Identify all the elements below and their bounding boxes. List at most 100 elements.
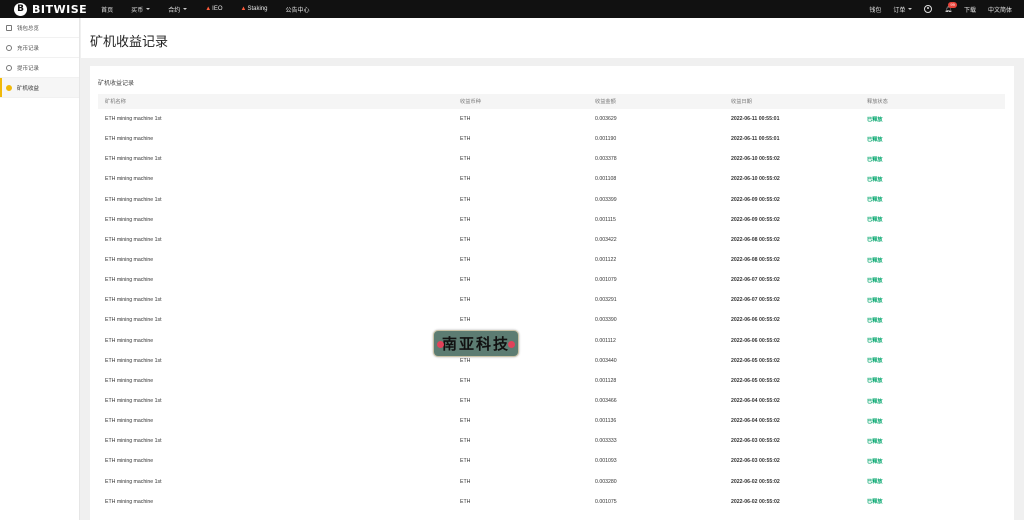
table-row: ETH mining machine 1st ETH 0.003422 2022-06…: [98, 230, 1005, 250]
status-cell: 已释放: [867, 398, 883, 405]
status-cell: 已释放: [867, 378, 883, 385]
date-cell: 2022-06-08 00:55:02: [731, 236, 780, 243]
currency-cell: ETH: [460, 257, 471, 264]
nav-item-4[interactable]: ▲ Staking: [241, 6, 268, 12]
amount-cell: 0.003280: [595, 478, 617, 485]
amount-cell: 0.001136: [595, 418, 617, 425]
wallet-icon: [6, 24, 12, 31]
table-row: ETH mining machine ETH 0.001075 2022-06-02 …: [98, 492, 1005, 512]
currency-cell: ETH: [460, 377, 471, 384]
sidebar-item-0[interactable]: 钱包总览: [0, 18, 79, 38]
currency-cell: ETH: [460, 317, 471, 324]
page-header: 矿机收益记录: [81, 18, 1024, 58]
table-row: ETH mining machine 1st ETH 0.003291 2022-06…: [98, 290, 1005, 310]
nav-item-1[interactable]: 买币: [131, 5, 151, 14]
status-cell: 已释放: [867, 358, 883, 365]
currency-cell: ETH: [460, 498, 471, 505]
sidebar-item-3[interactable]: 矿机收益: [0, 78, 79, 98]
amount-cell: 0.001112: [595, 337, 616, 344]
date-cell: 2022-06-09 00:55:02: [731, 216, 780, 223]
status-cell: 已释放: [867, 197, 883, 204]
orders-menu[interactable]: 订单: [893, 5, 913, 14]
nav-item-0[interactable]: 首页: [101, 5, 113, 14]
table-row: ETH mining machine ETH 0.001122 2022-06-08 …: [98, 250, 1005, 270]
table-row: ETH mining machine 1st ETH 0.003399 2022-06…: [98, 190, 1005, 210]
status-cell: 已释放: [867, 136, 883, 143]
card-title: 矿机收益记录: [98, 81, 135, 87]
mining-income-card: 矿机收益记录 矿机名称 收益币种 收益金额 收益日期 释放状态 ETH mining m…: [90, 66, 1014, 520]
date-cell: 2022-06-02 00:55:02: [731, 498, 780, 505]
table-row: ETH mining machineETH0.0011122022-06-06 …: [98, 331, 1005, 351]
machine-name-cell: ETH mining machine 1st: [105, 357, 162, 364]
nav-item-5[interactable]: 公告中心: [285, 5, 309, 14]
amount-cell: 0.001122: [595, 257, 617, 264]
table-row: ETH mining machine 1st ETH 0.003333 2022-06…: [98, 431, 1005, 451]
user-account-button[interactable]: [924, 5, 933, 13]
machine-name-cell: ETH mining machine: [105, 337, 154, 344]
table-row: ETH mining machine 1st ETH 0.003466 2022-06…: [98, 391, 1005, 411]
notification-count-badge: 99: [948, 1, 957, 8]
nav-item-label: 买币: [131, 7, 144, 14]
status-cell: 已释放: [867, 217, 883, 224]
nav-item-2[interactable]: 合约: [168, 5, 188, 14]
sidebar-item-2[interactable]: 提币记录: [0, 58, 79, 78]
amount-cell: 0.001190: [595, 136, 617, 143]
fire-icon: ▲: [240, 6, 247, 12]
amount-cell: 0.003399: [595, 196, 617, 203]
sidebar-item-label: 钱包总览: [17, 25, 40, 32]
date-cell: 2022-06-05 00:55:02: [731, 377, 780, 384]
currency-cell: ETH: [460, 136, 471, 143]
table-body: ETH mining machine 1st ETH 0.003629 2022-06…: [98, 109, 1005, 512]
column-header-2: 收益金额: [595, 99, 616, 105]
logo-text: BITWISE: [32, 2, 88, 16]
currency-cell: ETH: [460, 438, 471, 445]
currency-cell: ETH: [460, 196, 471, 203]
machine-name-cell: ETH mining machine 1st: [105, 196, 162, 203]
watermark-text: 南亚科技: [441, 335, 510, 353]
amount-cell: 0.001079: [595, 277, 617, 284]
status-cell: 已释放: [867, 317, 883, 324]
date-cell: 2022-06-03 00:55:02: [731, 438, 780, 445]
watermark-stamp: 南亚科技: [433, 330, 519, 357]
table-row: ETH mining machine 1st ETH 0.003629 2022-06…: [98, 109, 1005, 129]
right-nav: 钱包 订单 🔔︎ 99 下载 中文简体: [857, 0, 1012, 18]
status-cell: 已释放: [867, 438, 883, 445]
currency-cell: ETH: [460, 116, 471, 123]
table-row: ETH mining machine ETH 0.001079 2022-06-07 …: [98, 270, 1005, 290]
currency-cell: ETH: [460, 458, 471, 465]
column-header-0: 矿机名称: [105, 99, 126, 105]
notifications-button[interactable]: 🔔︎ 99: [944, 1, 957, 13]
user-icon: [924, 5, 933, 13]
download-link[interactable]: 下载: [964, 5, 976, 14]
bitwise-logo-icon: B: [14, 2, 27, 16]
wallet-link[interactable]: 钱包: [869, 5, 881, 14]
watermark-dot-left: [437, 341, 444, 348]
amount-cell: 0.001115: [595, 216, 616, 223]
machine-name-cell: ETH mining machine: [105, 277, 154, 284]
status-cell: 已释放: [867, 277, 883, 284]
column-header-4: 释放状态: [867, 99, 888, 105]
table-header: 矿机名称 收益币种 收益金额 收益日期 释放状态: [98, 94, 1005, 109]
machine-name-cell: ETH mining machine 1st: [105, 478, 162, 485]
amount-cell: 0.003440: [595, 357, 617, 364]
chevron-down-icon: [183, 8, 188, 10]
machine-name-cell: ETH mining machine 1st: [105, 438, 162, 445]
amount-cell: 0.001075: [595, 498, 617, 505]
amount-cell: 0.003466: [595, 398, 617, 405]
status-cell: 已释放: [867, 156, 883, 163]
table-row: ETH mining machine 1st ETH 0.003378 2022-06…: [98, 149, 1005, 169]
machine-name-cell: ETH mining machine 1st: [105, 156, 162, 163]
language-selector[interactable]: 中文简体: [988, 5, 1012, 14]
amount-cell: 0.001128: [595, 377, 617, 384]
currency-cell: ETH: [460, 478, 471, 485]
nav-item-3[interactable]: ▲ IEO: [205, 6, 222, 12]
amount-cell: 0.003333: [595, 438, 617, 445]
currency-cell: ETH: [460, 357, 471, 364]
orders-label: 订单: [893, 7, 906, 14]
sidebar-item-1[interactable]: 充币记录: [0, 38, 79, 58]
currency-cell: ETH: [460, 418, 471, 425]
status-cell: 已释放: [867, 499, 883, 506]
column-header-1: 收益币种: [460, 99, 481, 105]
logo[interactable]: B BITWISE: [14, 2, 88, 16]
top-navigation-bar: B BITWISE 首页 买币 合约 ▲ IEO ▲ Staking 公告中心 钱包 订单 🔔…: [0, 0, 1024, 18]
